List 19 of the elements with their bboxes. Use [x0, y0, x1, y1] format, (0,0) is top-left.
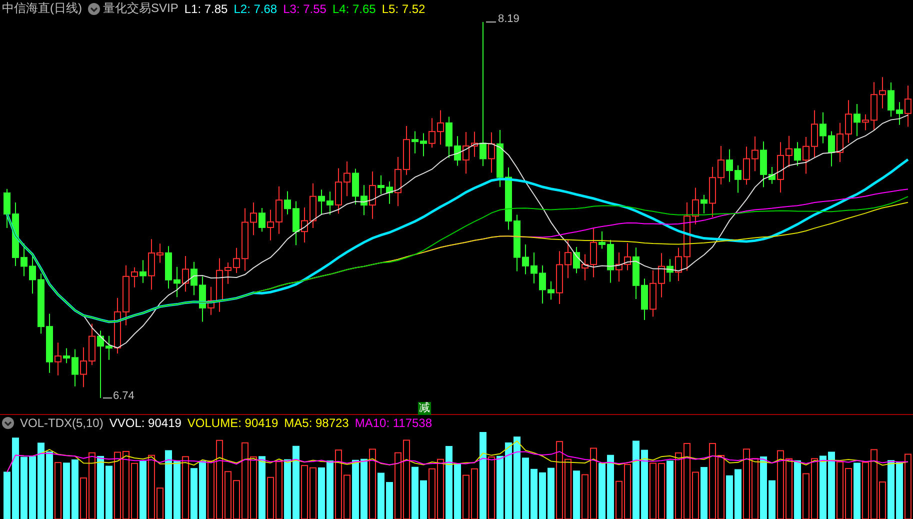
price-label: 6.74: [113, 390, 134, 402]
indicator-value: L4: 7.65: [332, 2, 376, 16]
indicator-value: L3: 7.55: [283, 2, 326, 16]
leader-line: [102, 397, 112, 398]
leader-line: [486, 21, 496, 22]
dropdown-icon[interactable]: [88, 2, 100, 15]
volume-indicator-name: VOL-TDX(5,10): [20, 416, 104, 430]
signal-badge: 减: [418, 402, 431, 415]
indicator-value: L5: 7.52: [382, 2, 426, 16]
dropdown-icon[interactable]: [2, 417, 14, 430]
indicator-value: L1: 7.85: [184, 2, 228, 16]
volume-value: MA5: 98723: [284, 416, 349, 430]
volume-value: VOLUME: 90419: [187, 416, 278, 430]
indicator-value: L2: 7.68: [234, 2, 278, 16]
volume-value: VVOL: 90419: [109, 416, 182, 430]
volume-value: MA10: 117538: [354, 416, 432, 430]
price-label: 8.19: [498, 12, 520, 25]
stock-title: 中信海直(日线): [2, 0, 82, 18]
indicator-name: 量化交易SVIP: [103, 0, 178, 18]
